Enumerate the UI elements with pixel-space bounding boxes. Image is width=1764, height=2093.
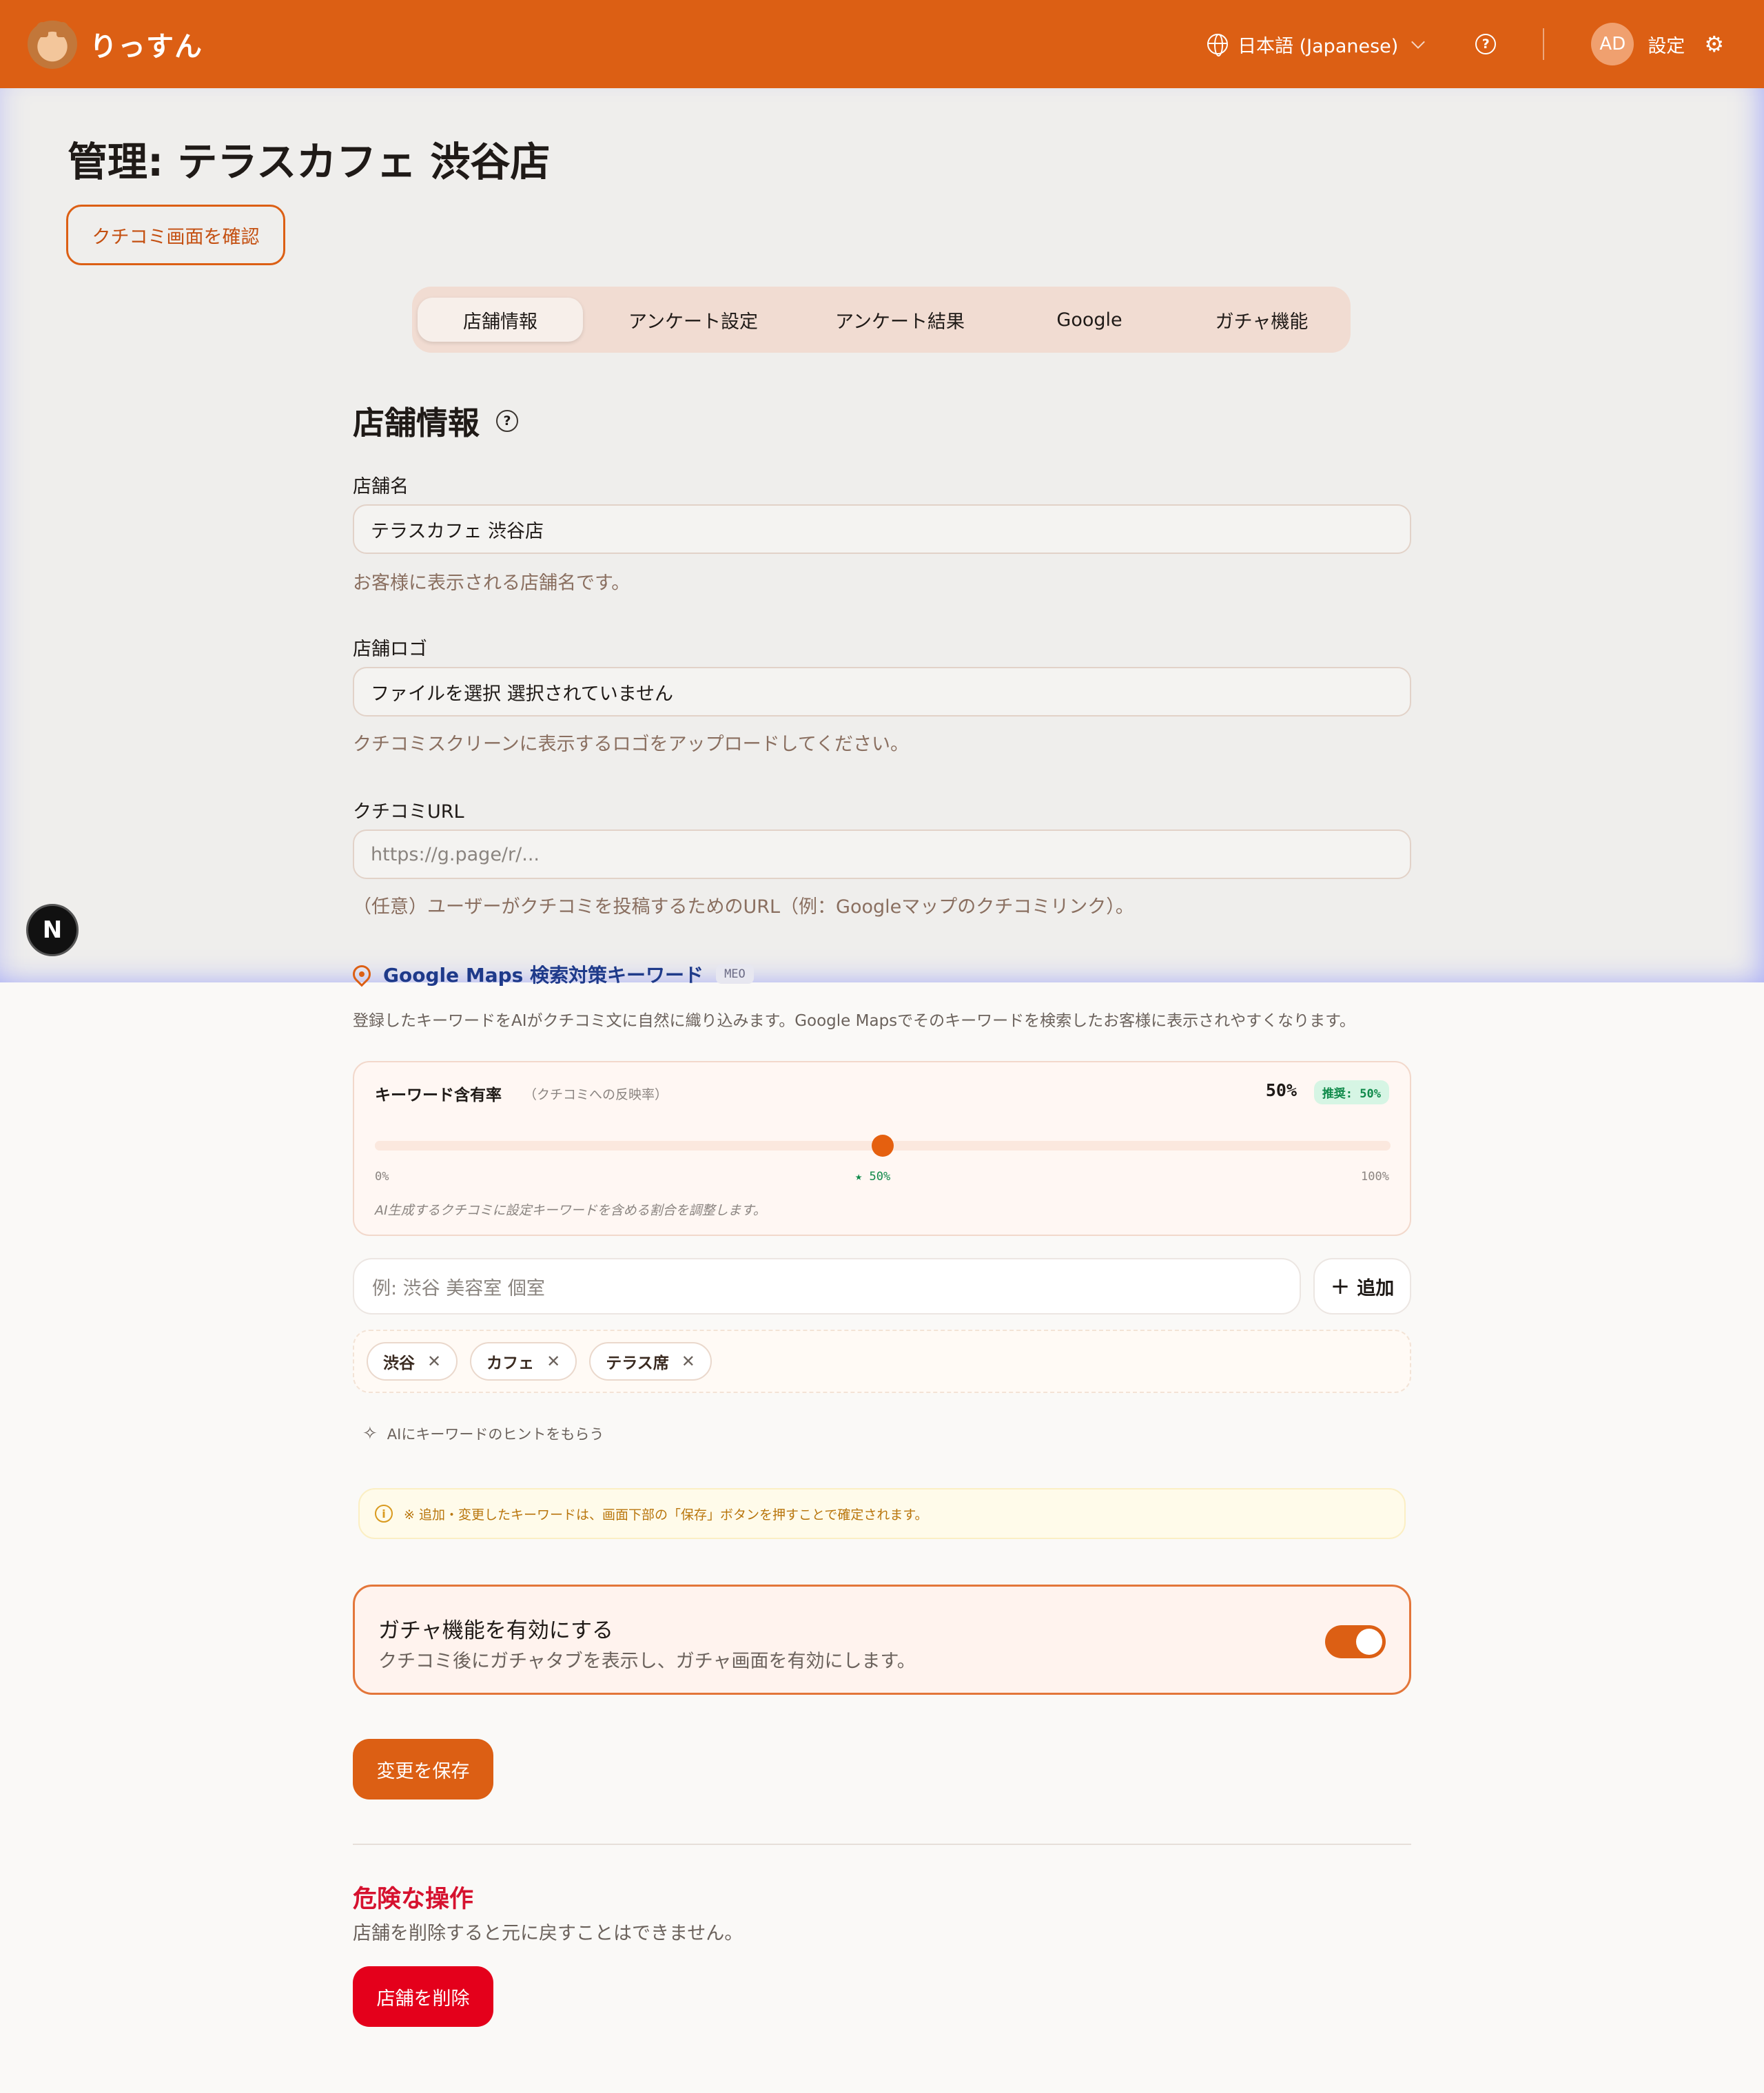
danger-zone-title: 危険な操作 <box>353 1886 474 1913</box>
keyword-rate-value: 50% <box>1265 1080 1297 1100</box>
keyword-rate-note: AI生成するクチコミに設定キーワードを含める割合を調整します。 <box>375 1203 766 1218</box>
page-title: 管理: テラスカフェ 渋谷店 <box>68 138 551 185</box>
close-icon[interactable]: ✕ <box>681 1352 695 1371</box>
review-url-input[interactable]: https://g.page/r/... <box>353 829 1411 879</box>
save-notice-text: ※ 追加・変更したキーワードは、画面下部の「保存」ボタンを押すことで確定されます… <box>404 1507 928 1523</box>
keyword-rate-subtitle: （クチコミへの反映率） <box>524 1087 668 1102</box>
close-icon[interactable]: ✕ <box>546 1352 560 1371</box>
gacha-toggle-description: クチコミ後にガチャタブを表示し、ガチャ画面を有効にします。 <box>378 1651 916 1672</box>
meo-header: Google Maps 検索対策キーワード MEO <box>349 960 754 988</box>
section-title-text: 店舗情報 <box>353 404 480 442</box>
gacha-toggle-title: ガチャ機能を有効にする <box>378 1618 613 1643</box>
plus-icon: + <box>1330 1272 1351 1300</box>
language-selector[interactable]: 日本語 (Japanese) <box>1207 31 1435 58</box>
store-logo-hint: クチコミスクリーンに表示するロゴをアップロードしてください。 <box>353 734 910 755</box>
gacha-toggle-card: ガチャ機能を有効にする クチコミ後にガチャタブを表示し、ガチャ画面を有効にします… <box>353 1585 1411 1695</box>
keyword-rate-title: キーワード含有率 <box>375 1086 502 1104</box>
tab-survey-results[interactable]: アンケート結果 <box>797 298 1003 342</box>
header-divider <box>1543 28 1545 60</box>
tab-survey-settings[interactable]: アンケート設定 <box>590 298 797 342</box>
slider-mid-label: ★ 50% <box>855 1170 891 1184</box>
keyword-chip-list: 渋谷 ✕ カフェ ✕ テラス席 ✕ <box>353 1330 1411 1393</box>
squirrel-mascot-icon <box>28 19 77 69</box>
admin-tabs: 店舗情報 アンケート設定 アンケート結果 Google ガチャ機能 <box>412 287 1351 353</box>
store-logo-value: ファイルを選択 選択されていません <box>371 683 673 705</box>
view-review-screen-button[interactable]: クチコミ画面を確認 <box>66 205 285 265</box>
delete-store-button[interactable]: 店舗を削除 <box>353 1966 493 2027</box>
add-keyword-button[interactable]: + 追加 <box>1313 1258 1411 1314</box>
question-circle-icon[interactable]: ? <box>496 410 518 432</box>
review-url-placeholder: https://g.page/r/... <box>371 843 540 865</box>
app-logo[interactable]: りっすん <box>28 19 203 69</box>
keyword-rate-card: キーワード含有率 （クチコミへの反映率） 50% 推奨: 50% 0% ★ 50… <box>353 1061 1411 1236</box>
section-title: 店舗情報 ? <box>353 398 518 444</box>
slider-fill <box>375 1141 883 1151</box>
language-label: 日本語 (Japanese) <box>1238 35 1399 57</box>
store-logo-file-input[interactable]: ファイルを選択 選択されていません <box>353 667 1411 716</box>
save-notice: i ※ 追加・変更したキーワードは、画面下部の「保存」ボタンを押すことで確定され… <box>358 1488 1406 1539</box>
dev-tools-badge[interactable]: N <box>26 904 79 956</box>
info-icon: i <box>375 1505 393 1523</box>
sparkles-icon: ✧ <box>362 1423 378 1444</box>
store-name-value: テラスカフェ 渋谷店 <box>371 520 544 542</box>
keyword-chip-label: テラス席 <box>606 1354 669 1372</box>
add-keyword-label: 追加 <box>1357 1277 1395 1299</box>
recommended-badge: 推奨: 50% <box>1313 1080 1389 1104</box>
avatar[interactable]: AD <box>1591 23 1634 65</box>
keyword-chip-label: カフェ <box>486 1354 535 1372</box>
help-icon[interactable]: ? <box>1475 34 1497 54</box>
slider-thumb[interactable] <box>872 1135 894 1157</box>
keyword-input[interactable]: 例: 渋谷 美容室 個室 <box>353 1258 1301 1314</box>
globe-icon <box>1207 34 1229 56</box>
tab-google[interactable]: Google <box>1003 298 1176 342</box>
review-url-hint: （任意）ユーザーがクチコミを投稿するためのURL（例：Googleマップのクチコ… <box>353 896 1134 918</box>
settings-link[interactable]: 設定 <box>1648 31 1685 58</box>
ai-keyword-hint-label: AIにキーワードのヒントをもらう <box>387 1426 604 1443</box>
review-url-label: クチコミURL <box>353 801 464 823</box>
keyword-input-placeholder: 例: 渋谷 美容室 個室 <box>372 1277 545 1299</box>
chevron-down-icon <box>1411 35 1426 49</box>
top-navbar: りっすん 日本語 (Japanese) ? AD 設定 ⚙ <box>0 0 1764 88</box>
close-icon[interactable]: ✕ <box>427 1352 441 1371</box>
keyword-chip-label: 渋谷 <box>383 1354 415 1372</box>
keyword-rate-slider[interactable] <box>375 1135 1391 1157</box>
divider <box>353 1844 1411 1845</box>
store-name-label: 店舗名 <box>353 476 409 497</box>
store-logo-label: 店舗ロゴ <box>353 639 427 660</box>
keyword-chip: テラス席 ✕ <box>589 1342 712 1381</box>
keyword-chip: カフェ ✕ <box>470 1342 577 1381</box>
tab-store-info[interactable]: 店舗情報 <box>418 298 583 342</box>
keyword-chip: 渋谷 ✕ <box>367 1342 458 1381</box>
map-pin-icon <box>349 961 375 987</box>
slider-max-label: 100% <box>1361 1170 1389 1184</box>
slider-min-label: 0% <box>375 1170 389 1184</box>
store-name-hint: お客様に表示される店舗名です。 <box>353 573 630 594</box>
danger-zone-description: 店舗を削除すると元に戻すことはできません。 <box>353 1923 743 1944</box>
meo-badge: MEO <box>716 965 754 984</box>
logo-text: りっすん <box>90 31 203 63</box>
gear-icon[interactable]: ⚙ <box>1704 31 1724 57</box>
gacha-toggle-switch[interactable] <box>1325 1625 1386 1658</box>
toggle-knob <box>1356 1629 1382 1655</box>
save-changes-button[interactable]: 変更を保存 <box>353 1739 493 1800</box>
tab-gacha[interactable]: ガチャ機能 <box>1176 298 1348 342</box>
meo-title: Google Maps 検索対策キーワード <box>383 964 704 987</box>
meo-description: 登録したキーワードをAIがクチコミ文に自然に織り込みます。Google Maps… <box>353 1012 1355 1030</box>
store-name-input[interactable]: テラスカフェ 渋谷店 <box>353 504 1411 554</box>
ai-keyword-hint-button[interactable]: ✧ AIにキーワードのヒントをもらう <box>362 1423 604 1444</box>
